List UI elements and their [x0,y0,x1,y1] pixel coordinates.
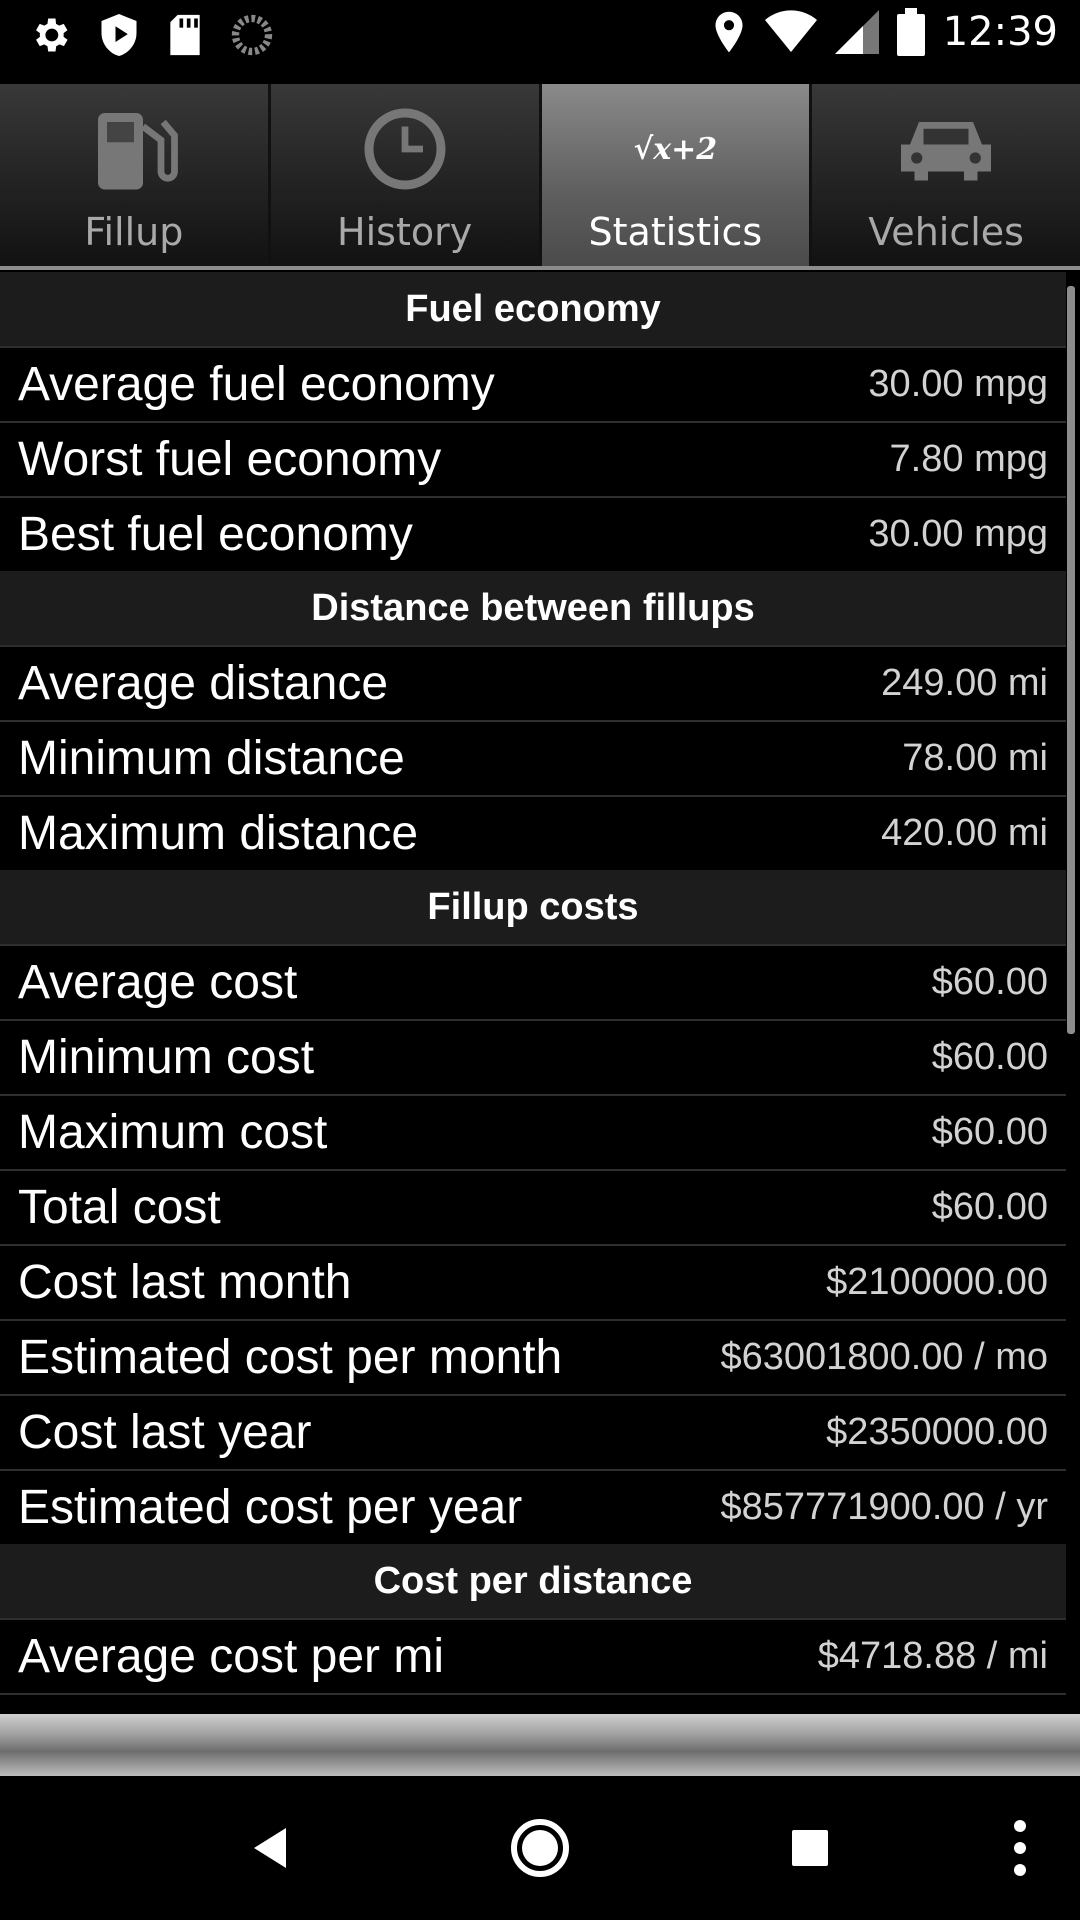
clock-icon [364,108,446,190]
navigation-bar [0,1776,1080,1920]
car-icon [901,122,992,181]
list-item: Worst fuel economy 7.80 mpg [0,423,1066,498]
row-value: 420.00 mi [881,812,1048,854]
row-label: Average cost per mi [18,1630,444,1683]
row-label: Average distance [18,657,389,710]
list-item: Maximum cost $60.00 [0,1096,1066,1171]
list-item: Average fuel economy 30.00 mpg [0,348,1066,423]
list-item: Cost last year $2350000.00 [0,1396,1066,1471]
bottom-decoration [0,1714,1080,1776]
signal-icon [834,10,879,54]
row-label: Total cost [18,1181,221,1234]
row-value: 78.00 mi [902,737,1048,779]
list-item: Cost last month $2100000.00 [0,1246,1066,1321]
row-label: Maximum cost [18,1106,328,1159]
row-value: $60.00 [931,1111,1048,1153]
row-label: Best fuel economy [18,508,413,561]
list-item: Estimated cost per year $857771900.00 / y… [0,1471,1066,1544]
location-icon [715,11,743,53]
back-icon [254,1828,286,1868]
row-value: $857771900.00 / yr [720,1486,1049,1528]
sd-card-icon [170,14,200,56]
clock-time: 12:39 [942,9,1058,55]
list-item: Total cost $60.00 [0,1171,1066,1246]
tab-statistics[interactable]: √x+2 Statistics [541,84,813,268]
recents-icon [792,1830,828,1866]
tab-bar: Fillup History √x+2 Statistics Vehicles [0,84,1080,268]
row-label: Maximum distance [18,807,419,860]
section-header-distance: Distance between fillups [0,571,1066,647]
recents-button[interactable] [760,1776,860,1920]
tab-label: Vehicles [868,210,1024,254]
home-button[interactable] [490,1776,590,1920]
row-label: Estimated cost per month [18,1331,563,1384]
play-shield-icon [101,14,137,56]
row-value: 7.80 mpg [889,438,1048,480]
row-label: Worst fuel economy [18,433,442,486]
section-header-fuel-economy: Fuel economy [0,272,1066,348]
row-value: $60.00 [931,1036,1048,1078]
overflow-menu-button[interactable] [990,1776,1050,1920]
tab-fillup[interactable]: Fillup [0,84,271,268]
row-label: Cost last year [18,1406,312,1459]
tab-history[interactable]: History [270,84,542,268]
list-item: Minimum distance 78.00 mi [0,722,1066,797]
settings-icon [36,18,68,52]
sqrt-icon: √x+2 [633,132,718,167]
statistics-list[interactable]: Fuel economy Average fuel economy 30.00 m… [0,272,1066,1695]
home-icon [511,1819,569,1877]
scrollbar[interactable] [1067,286,1075,1034]
row-label: Estimated cost per year [18,1481,523,1534]
wifi-icon [764,10,817,53]
row-value: $63001800.00 / mo [720,1336,1049,1378]
row-value: 249.00 mi [881,662,1048,704]
row-value: 30.00 mpg [868,363,1048,405]
row-label: Average fuel economy [18,358,495,411]
status-bar: 12:39 [0,0,1080,72]
list-item: Estimated cost per month $63001800.00 / m… [0,1321,1066,1396]
list-item: Best fuel economy 30.00 mpg [0,498,1066,571]
list-item: Average cost $60.00 [0,946,1066,1021]
battery-icon [896,8,925,56]
tab-label: Statistics [588,210,763,254]
row-label: Average cost [18,956,298,1009]
section-header-fillup-costs: Fillup costs [0,870,1066,946]
list-item: Average distance 249.00 mi [0,647,1066,722]
row-label: Minimum distance [18,732,405,785]
tab-divider [0,266,1080,270]
fuel-pump-icon [97,113,178,190]
row-value: $4718.88 / mi [817,1635,1048,1677]
row-value: $2350000.00 [826,1411,1048,1453]
list-item: Minimum cost $60.00 [0,1021,1066,1096]
row-label: Minimum cost [18,1031,315,1084]
tab-vehicles[interactable]: Vehicles [812,84,1080,268]
back-button[interactable] [220,1776,320,1920]
overflow-menu-icon [1014,1820,1026,1876]
row-value: $2100000.00 [826,1261,1048,1303]
section-header-cost-per-distance: Cost per distance [0,1544,1066,1620]
row-label: Cost last month [18,1256,352,1309]
tab-label: History [337,210,473,254]
row-value: 30.00 mpg [868,513,1048,555]
row-value: $60.00 [931,961,1048,1003]
row-value: $60.00 [931,1186,1048,1228]
tab-label: Fillup [84,210,184,254]
list-item: Average cost per mi $4718.88 / mi [0,1620,1066,1695]
loading-icon [231,14,273,56]
list-item: Maximum distance 420.00 mi [0,797,1066,870]
